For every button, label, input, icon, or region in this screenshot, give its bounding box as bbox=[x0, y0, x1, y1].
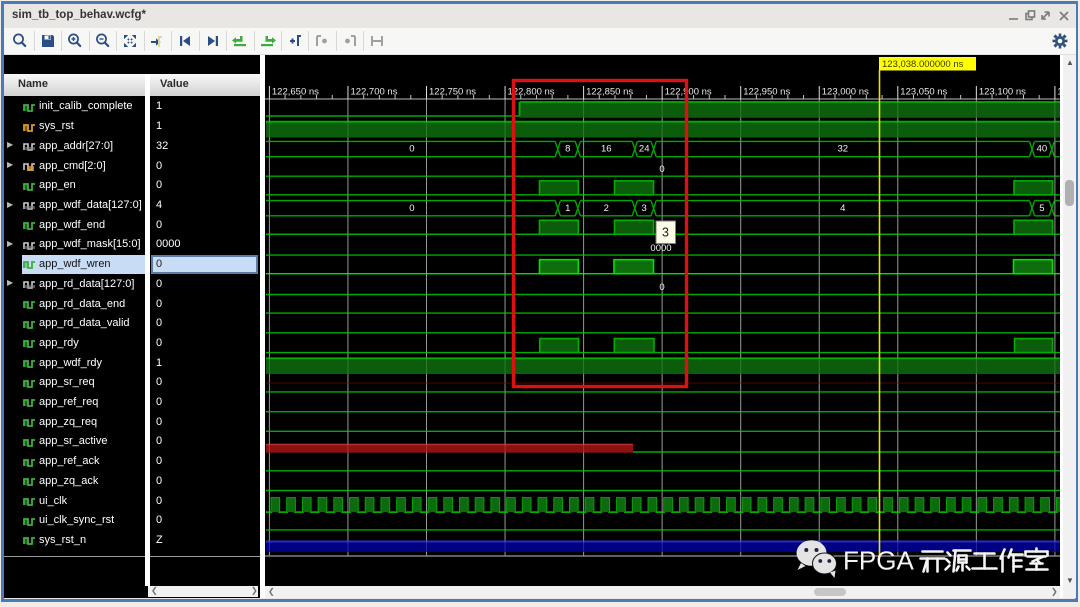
svg-text:32: 32 bbox=[838, 144, 849, 155]
svg-text:122,900 ns: 122,900 ns bbox=[665, 87, 712, 98]
svg-text:122,650 ns: 122,650 ns bbox=[272, 87, 319, 98]
svg-text:122,700 ns: 122,700 ns bbox=[350, 87, 397, 98]
svg-text:123,000 ns: 123,000 ns bbox=[822, 87, 869, 98]
svg-text:40: 40 bbox=[1037, 144, 1048, 155]
svg-text:0: 0 bbox=[409, 203, 414, 214]
svg-text:2: 2 bbox=[604, 203, 609, 214]
svg-text:122,750 ns: 122,750 ns bbox=[429, 87, 476, 98]
svg-text:4: 4 bbox=[840, 203, 845, 214]
svg-text:1: 1 bbox=[565, 203, 570, 214]
svg-text:123,050 ns: 123,050 ns bbox=[900, 87, 947, 98]
svg-text:24: 24 bbox=[639, 144, 650, 155]
svg-text:8: 8 bbox=[565, 144, 570, 155]
svg-text:FPGA: FPGA bbox=[843, 546, 914, 576]
svg-text:122,950 ns: 122,950 ns bbox=[743, 87, 790, 98]
svg-text:0: 0 bbox=[409, 144, 414, 155]
svg-text:0000: 0000 bbox=[650, 243, 671, 254]
svg-text:3: 3 bbox=[662, 226, 669, 240]
svg-text:123,100 ns: 123,100 ns bbox=[979, 87, 1026, 98]
svg-text:122,850 ns: 122,850 ns bbox=[586, 87, 633, 98]
svg-text:16: 16 bbox=[601, 144, 612, 155]
svg-text:5: 5 bbox=[1039, 203, 1044, 214]
svg-text:3: 3 bbox=[642, 203, 647, 214]
svg-text:123,038.000000 ns: 123,038.000000 ns bbox=[882, 59, 964, 70]
